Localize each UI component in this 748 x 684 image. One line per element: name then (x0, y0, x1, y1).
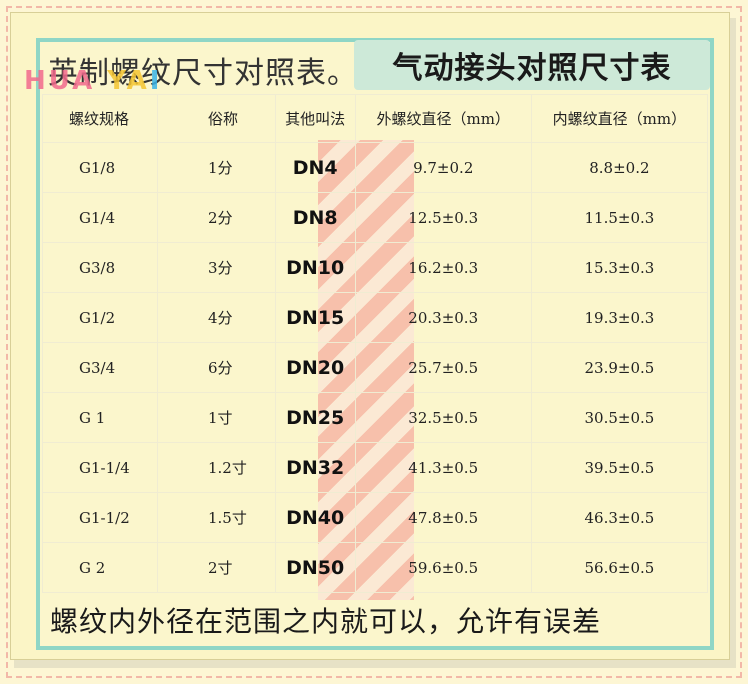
table-cell: DN40 (274, 492, 356, 543)
table-cell: 15.3±0.3 (530, 242, 709, 293)
table-cell: 59.6±0.5 (354, 542, 532, 593)
table-cell: 19.3±0.3 (530, 292, 709, 343)
header-common-name: 俗称 (156, 94, 276, 143)
table-cell: 30.5±0.5 (530, 392, 709, 443)
table-cell: DN4 (274, 142, 356, 193)
table-row: G1/4 2分 DN8 12.5±0.3 11.5±0.3 (42, 192, 709, 243)
table-row: G 2 2寸 DN50 59.6±0.5 56.6±0.5 (42, 542, 709, 593)
table-cell: 41.3±0.5 (354, 442, 532, 493)
table-cell: 11.5±0.3 (530, 192, 709, 243)
page-title-box: 气动接头对照尺寸表 (354, 40, 710, 90)
dn-label: DN32 (286, 456, 345, 479)
brand-watermark: HUA YAI (24, 66, 163, 96)
header-inner-diameter: 内螺纹直径（mm） (530, 94, 709, 143)
table-cell: 47.8±0.5 (354, 492, 532, 543)
table-cell: 6分 (156, 342, 276, 393)
table-cell: 3分 (156, 242, 276, 293)
table-row: G1-1/4 1.2寸 DN32 41.3±0.5 39.5±0.5 (42, 442, 709, 493)
table-cell: DN32 (274, 442, 356, 493)
table-cell: G3/8 (42, 242, 158, 293)
header-thread-spec: 螺纹规格 (42, 94, 158, 143)
table-cell: 1.2寸 (156, 442, 276, 493)
table-cell: 56.6±0.5 (530, 542, 709, 593)
table-row: G3/4 6分 DN20 25.7±0.5 23.9±0.5 (42, 342, 709, 393)
footer-note: 螺纹内外径在范围之内就可以，允许有误差 (50, 605, 602, 638)
table-cell: G1-1/4 (42, 442, 158, 493)
table-cell: 12.5±0.3 (354, 192, 532, 243)
table-cell: G1/2 (42, 292, 158, 343)
table-cell: 1寸 (156, 392, 276, 443)
table-row: G1/8 1分 DN4 9.7±0.2 8.8±0.2 (42, 142, 709, 193)
table-cell: 46.3±0.5 (530, 492, 709, 543)
header-outer-diameter: 外螺纹直径（mm） (354, 94, 532, 143)
table-cell: G1-1/2 (42, 492, 158, 543)
table-header-row: 螺纹规格 俗称 其他叫法 外螺纹直径（mm） 内螺纹直径（mm） (42, 94, 709, 143)
table-cell: 2分 (156, 192, 276, 243)
table-cell: 25.7±0.5 (354, 342, 532, 393)
table-cell: 16.2±0.3 (354, 242, 532, 293)
table-cell: 2寸 (156, 542, 276, 593)
dn-label: DN20 (286, 356, 345, 379)
table-row: G1/2 4分 DN15 20.3±0.3 19.3±0.3 (42, 292, 709, 343)
dn-label: DN50 (286, 556, 345, 579)
table-cell: DN15 (274, 292, 356, 343)
table-cell: 32.5±0.5 (354, 392, 532, 443)
table-cell: 23.9±0.5 (530, 342, 709, 393)
table-cell: DN50 (274, 542, 356, 593)
thread-size-table: 螺纹规格 俗称 其他叫法 外螺纹直径（mm） 内螺纹直径（mm） G1/8 1分 D… (42, 94, 709, 593)
table-cell: 1.5寸 (156, 492, 276, 543)
table-row: G 1 1寸 DN25 32.5±0.5 30.5±0.5 (42, 392, 709, 443)
table-cell: G 1 (42, 392, 158, 443)
table-cell: G1/8 (42, 142, 158, 193)
table-row: G1-1/2 1.5寸 DN40 47.8±0.5 46.3±0.5 (42, 492, 709, 543)
table-row: G3/8 3分 DN10 16.2±0.3 15.3±0.3 (42, 242, 709, 293)
dn-label: DN40 (286, 506, 345, 529)
table-cell: 4分 (156, 292, 276, 343)
table-cell: 39.5±0.5 (530, 442, 709, 493)
table-cell: DN20 (274, 342, 356, 393)
table-cell: 20.3±0.3 (354, 292, 532, 343)
table-cell: G3/4 (42, 342, 158, 393)
table-cell: G 2 (42, 542, 158, 593)
table-cell: DN10 (274, 242, 356, 293)
dn-label: DN8 (292, 206, 338, 229)
table-cell: G1/4 (42, 192, 158, 243)
header-other-name: 其他叫法 (274, 94, 356, 143)
dn-label: DN10 (286, 256, 345, 279)
dn-label: DN15 (286, 306, 345, 329)
table-cell: DN8 (274, 192, 356, 243)
table-cell: DN25 (274, 392, 356, 443)
table-cell: 9.7±0.2 (354, 142, 532, 193)
dn-label: DN4 (292, 156, 338, 179)
table-cell: 1分 (156, 142, 276, 193)
table-cell: 8.8±0.2 (530, 142, 709, 193)
dn-label: DN25 (286, 406, 345, 429)
